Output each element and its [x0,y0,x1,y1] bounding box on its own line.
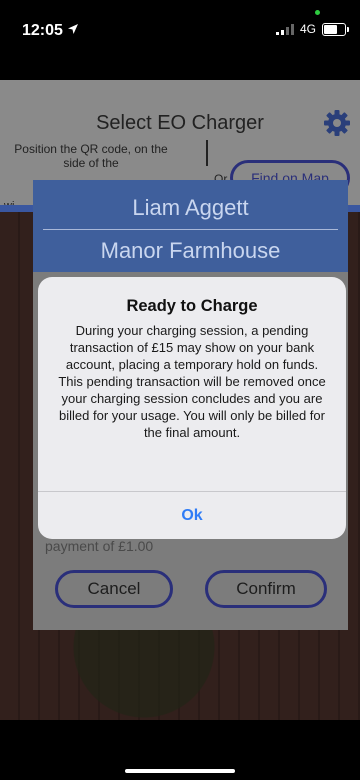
page-title: Select EO Charger [96,112,264,134]
charger-owner-name: Liam Aggett [132,195,249,220]
cancel-button[interactable]: Cancel [55,570,173,608]
network-label: 4G [299,22,316,36]
status-bar: 12:05 4G [0,0,360,70]
or-divider [206,140,208,166]
alert-title: Ready to Charge [126,297,258,315]
payment-text: payment of £1.00 [45,538,154,554]
charger-location: Manor Farmhouse [100,238,281,263]
charger-header: Liam Aggett Manor Farmhouse [33,180,348,272]
signal-icon [275,23,294,35]
privacy-indicator [315,10,320,15]
status-time: 12:05 [22,22,79,40]
status-right: 4G [275,22,349,36]
location-arrow-icon [67,22,79,40]
qr-instruction: Position the QR code, on the side of the [14,142,168,170]
home-indicator[interactable] [125,769,235,773]
time-text: 12:05 [22,22,63,40]
header-divider [43,229,338,230]
ready-to-charge-alert: Ready to Charge During your charging ses… [38,277,346,539]
confirm-button[interactable]: Confirm [205,570,327,608]
gear-icon[interactable] [322,108,352,138]
alert-message: During your charging session, a pending … [58,323,326,440]
battery-icon [322,22,349,36]
ok-button[interactable]: Ok [38,492,346,539]
